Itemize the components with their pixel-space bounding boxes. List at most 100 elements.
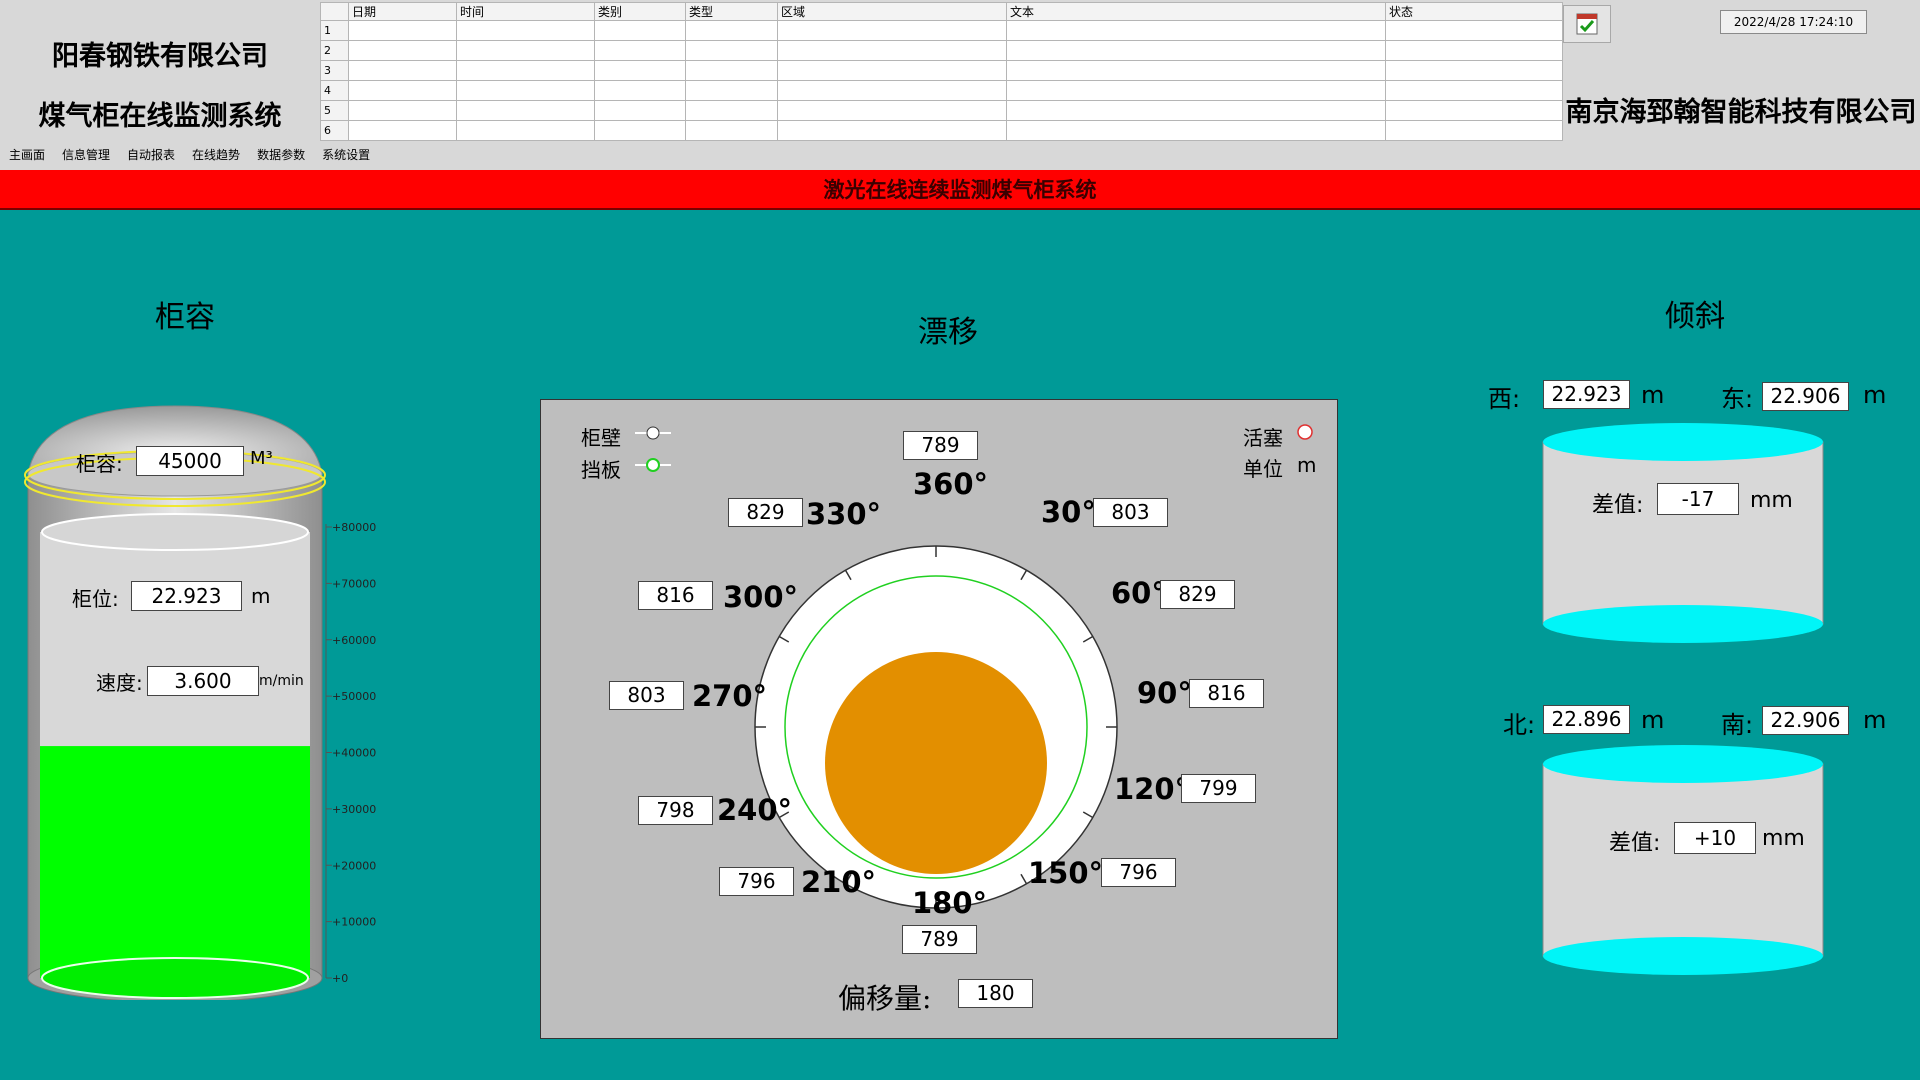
level-unit: m	[251, 584, 271, 608]
scale-tick-label: +80000	[332, 521, 376, 534]
row-number: 6	[320, 120, 349, 141]
angle-value-210: 796	[719, 867, 794, 896]
diff-ns-unit: mm	[1762, 826, 1805, 851]
drift-panel: 柜壁 挡板 活塞 单位 m 360° 789 30° 803 60° 829 9…	[540, 399, 1338, 1039]
tank-fill-level	[40, 746, 310, 978]
diff-we-label: 差值:	[1592, 493, 1644, 518]
column-header-text[interactable]: 文本	[1006, 2, 1386, 21]
tilt-cylinder-west-east	[1542, 423, 1824, 643]
scale-tick-label: +70000	[332, 577, 376, 590]
scale-tick-label: +10000	[332, 916, 376, 929]
west-label: 西:	[1488, 385, 1521, 413]
table-row[interactable]: 3	[320, 60, 1563, 81]
system-name: 煤气柜在线监测系统	[38, 101, 282, 132]
south-value: 22.906	[1762, 706, 1849, 735]
volume-value: 45000	[136, 446, 244, 476]
unit-label: 单位	[1243, 457, 1283, 481]
north-unit: m	[1641, 706, 1665, 734]
legend-piston-label: 活塞	[1243, 426, 1283, 450]
column-header-type[interactable]: 类型	[685, 2, 778, 21]
angle-label-120: 120°	[1114, 772, 1190, 806]
menu-item-data-params[interactable]: 数据参数	[248, 143, 313, 167]
piston-disc	[825, 652, 1047, 874]
volume-label: 柜容:	[76, 452, 123, 476]
alarm-acknowledge-icon	[1576, 13, 1598, 35]
level-label: 柜位:	[72, 587, 119, 611]
east-unit: m	[1863, 381, 1887, 409]
diff-we-unit: mm	[1750, 488, 1793, 513]
angle-label-360: 360°	[913, 467, 989, 501]
scale-tick-label: +0	[332, 972, 348, 985]
company-name: 阳春钢铁有限公司	[52, 41, 268, 72]
table-row[interactable]: 6	[320, 120, 1563, 141]
vendor-name: 南京海郅翰智能科技有限公司	[1565, 97, 1917, 128]
speed-value: 3.600	[147, 666, 259, 696]
datetime-display: 2022/4/28 17:24:10	[1720, 10, 1867, 34]
main-menu: 主画面 信息管理 自动报表 在线趋势 数据参数 系统设置	[0, 143, 378, 167]
angle-value-180: 789	[902, 925, 977, 954]
scale-tick-label: +60000	[332, 634, 376, 647]
level-value: 22.923	[131, 581, 242, 611]
angle-value-120: 799	[1181, 774, 1256, 803]
scale-tick-label: +40000	[332, 747, 376, 760]
angle-label-180: 180°	[912, 886, 988, 920]
scale-tick-label: +30000	[332, 803, 376, 816]
menu-item-system-settings[interactable]: 系统设置	[313, 143, 378, 167]
column-header-time[interactable]: 时间	[456, 2, 595, 21]
speed-label: 速度:	[96, 671, 143, 695]
angle-label-30: 30°	[1041, 495, 1096, 529]
offset-label: 偏移量:	[838, 982, 932, 1015]
row-number: 2	[320, 40, 349, 61]
row-number: 3	[320, 60, 349, 81]
east-label: 东:	[1721, 385, 1754, 413]
scale-tick-label: +20000	[332, 859, 376, 872]
menu-item-auto-report[interactable]: 自动报表	[118, 143, 183, 167]
offset-value: 180	[958, 979, 1033, 1008]
volume-unit: M³	[250, 448, 273, 469]
column-header-status[interactable]: 状态	[1385, 2, 1563, 21]
angle-label-270: 270°	[692, 679, 768, 713]
drift-title: 漂移	[918, 315, 978, 350]
menu-item-main-screen[interactable]: 主画面	[0, 143, 53, 167]
angle-value-60: 829	[1160, 580, 1235, 609]
table-row[interactable]: 1	[320, 20, 1563, 41]
legend-wall-marker-icon	[635, 426, 671, 440]
north-value: 22.896	[1543, 705, 1630, 734]
legend-baffle-marker-icon	[635, 458, 671, 472]
angle-value-300: 816	[638, 581, 713, 610]
diff-we-value: -17	[1657, 483, 1739, 515]
event-log-table[interactable]: 日期 时间 类别 类型 区域 文本 状态 1 2 3 4 5 6	[320, 2, 1563, 141]
capacity-scale: +80000 +70000 +60000 +50000 +40000 +30000 +200…	[326, 521, 376, 985]
column-header-date[interactable]: 日期	[348, 2, 457, 21]
header-panel: 阳春钢铁有限公司 煤气柜在线监测系统 日期 时间 类别 类型 区域 文本 状态 …	[0, 0, 1920, 170]
south-label: 南:	[1721, 711, 1754, 739]
angle-label-300: 300°	[723, 580, 799, 614]
angle-label-60: 60°	[1111, 576, 1166, 610]
column-header-category[interactable]: 类别	[594, 2, 686, 21]
angle-label-210: 210°	[801, 865, 877, 899]
angle-value-270: 803	[609, 681, 684, 710]
angle-label-150: 150°	[1028, 856, 1104, 890]
menu-item-info-management[interactable]: 信息管理	[53, 143, 118, 167]
tilt-title: 倾斜	[1665, 299, 1725, 334]
north-label: 北:	[1503, 711, 1536, 739]
west-unit: m	[1641, 381, 1665, 409]
angle-label-240: 240°	[717, 793, 793, 827]
title-banner: 激光在线连续监测煤气柜系统	[0, 170, 1920, 210]
table-row[interactable]: 2	[320, 40, 1563, 61]
row-number: 4	[320, 80, 349, 101]
table-row[interactable]: 5	[320, 100, 1563, 121]
south-unit: m	[1863, 706, 1887, 734]
unit-value: m	[1297, 453, 1317, 477]
row-number: 5	[320, 100, 349, 121]
alarm-acknowledge-button[interactable]	[1563, 5, 1611, 43]
table-corner	[320, 2, 349, 21]
table-row[interactable]: 4	[320, 80, 1563, 101]
angle-value-360: 789	[903, 431, 978, 460]
east-value: 22.906	[1762, 382, 1849, 411]
row-number: 1	[320, 20, 349, 41]
tilt-cylinder-north-south	[1542, 745, 1824, 975]
diff-ns-label: 差值:	[1609, 831, 1661, 856]
menu-item-online-trend[interactable]: 在线趋势	[183, 143, 248, 167]
column-header-area[interactable]: 区域	[777, 2, 1007, 21]
